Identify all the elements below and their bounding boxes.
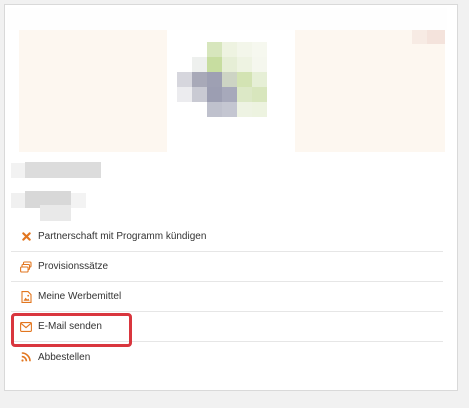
- menu-item-unsubscribe[interactable]: Abbestellen: [11, 342, 443, 372]
- menu-item-send-email[interactable]: E-Mail senden: [11, 312, 443, 342]
- image-icon: [20, 290, 32, 303]
- envelope-icon: [20, 321, 32, 333]
- rss-icon: [20, 351, 32, 363]
- menu-item-label: Provisionssätze: [38, 261, 109, 272]
- menu-item-label: E-Mail senden: [38, 321, 102, 332]
- menu-item-label: Meine Werbemittel: [38, 291, 122, 302]
- menu-item-end-partnership[interactable]: Partnerschaft mit Programm kündigen: [11, 222, 443, 252]
- menu-item-label: Abbestellen: [38, 351, 91, 363]
- stack-icon: [20, 260, 32, 273]
- menu-item-commission-rates[interactable]: Provisionssätze: [11, 252, 443, 282]
- close-icon: [20, 231, 32, 243]
- menu-item-label: Partnerschaft mit Programm kündigen: [38, 231, 207, 242]
- program-actions-menu: Partnerschaft mit Programm kündigen Prov…: [11, 222, 443, 372]
- menu-item-my-ad-materials[interactable]: Meine Werbemittel: [11, 282, 443, 312]
- program-banner-image: [7, 8, 447, 152]
